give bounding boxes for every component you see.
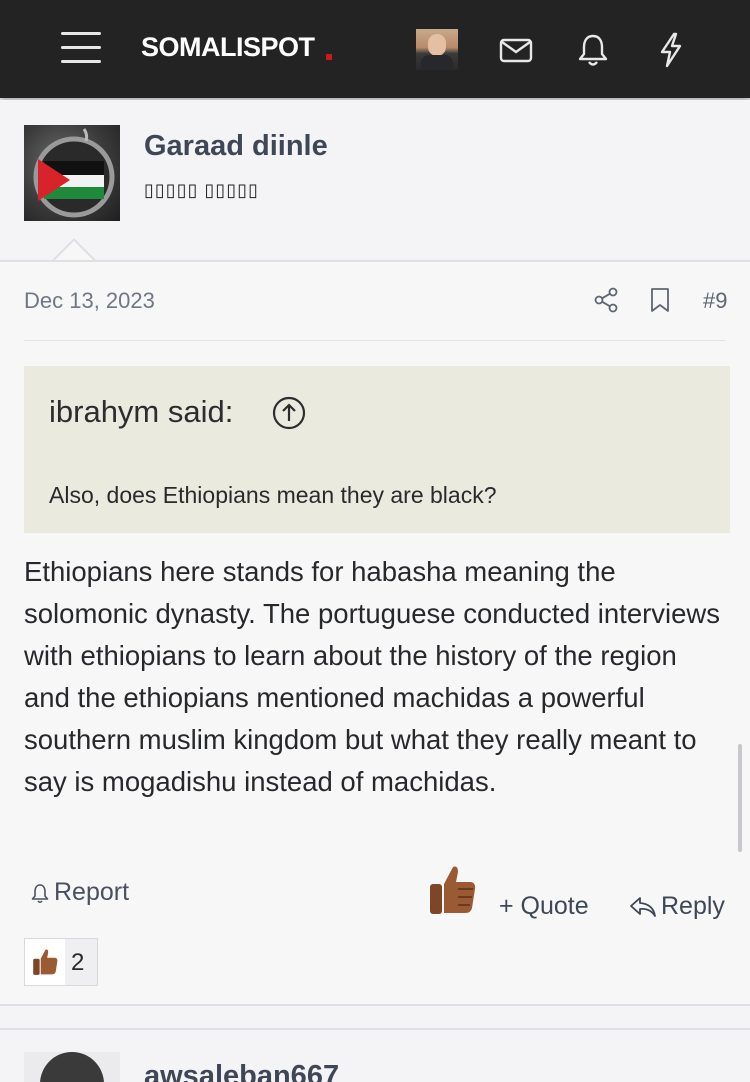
post-number[interactable]: #9 [703,288,727,314]
author-avatar[interactable] [24,125,120,221]
top-navigation-bar: SOMALISPOT [0,0,750,98]
bookmark-icon[interactable] [648,286,672,314]
reply-arrow-icon [630,896,656,917]
bell-icon [31,883,49,903]
post-author-block: Garaad diinle ▯▯▯▯▯ ▯▯▯▯▯ [0,100,750,260]
post-body: Ethiopians here stands for habasha meani… [24,556,721,797]
logo-dot [326,54,332,60]
report-label: Report [54,878,130,906]
bell-icon[interactable] [573,30,613,70]
quote-block: ibrahym said: Also, does Ethiopians mean… [24,366,730,533]
post-card: Dec 13, 2023 #9 ibrahym said: Also, does… [0,260,750,1006]
arrow-up-circle-icon[interactable] [272,396,306,430]
divider [24,340,726,341]
quote-button[interactable]: + Quote [499,892,589,921]
user-avatar[interactable] [416,29,458,70]
next-post-card: awsaleban667 [0,1028,750,1082]
next-author-avatar[interactable] [24,1052,120,1082]
reaction-count: 2 [71,949,85,976]
author-title: ▯▯▯▯▯ ▯▯▯▯▯ [144,180,260,200]
menu-icon[interactable] [61,32,101,64]
quote-author[interactable]: ibrahym said: [49,394,233,430]
flag-pendant-image [33,128,115,218]
quote-text: Also, does Ethiopians mean they are blac… [49,482,497,508]
reaction-summary[interactable]: 2 [24,938,98,986]
author-name[interactable]: Garaad diinle [144,130,328,163]
thumbs-up-icon [33,949,58,975]
thumbs-up-icon[interactable] [426,862,478,918]
reply-button[interactable]: Reply [628,892,725,921]
mail-icon[interactable] [496,30,536,70]
next-author-name[interactable]: awsaleban667 [144,1060,339,1082]
share-icon[interactable] [592,286,620,314]
scrollbar[interactable] [738,744,742,852]
reaction-thumb-cell [25,939,65,985]
report-button[interactable]: Report [28,878,129,907]
post-date[interactable]: Dec 13, 2023 [24,288,155,314]
reply-label: Reply [661,892,725,920]
lightning-icon[interactable] [651,30,691,70]
site-logo[interactable]: SOMALISPOT [141,32,315,63]
